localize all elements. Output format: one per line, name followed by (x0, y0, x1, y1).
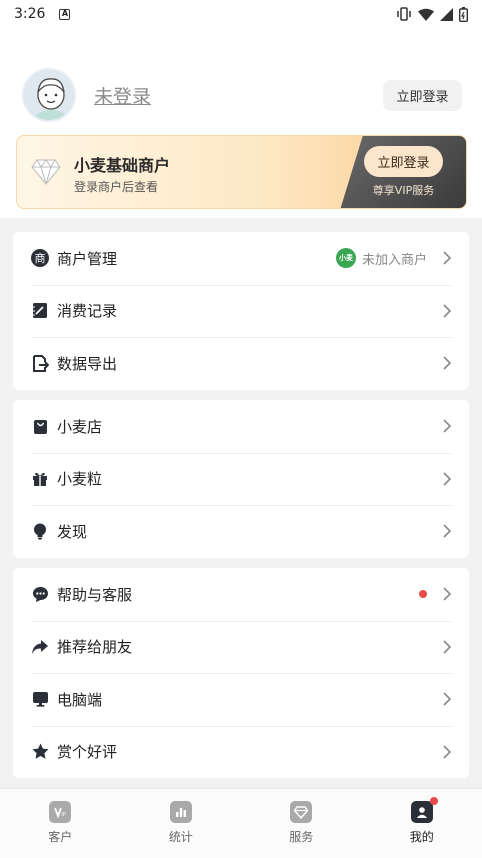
menu-item-desktop[interactable]: 电脑端 (13, 673, 469, 726)
vip-icon: IP (49, 801, 72, 823)
chevron-right-icon (443, 745, 451, 759)
chart-icon (169, 801, 192, 823)
vip-title: 小麦基础商户 (74, 156, 171, 175)
svg-text:IP: IP (62, 812, 67, 818)
menu-label: 数据导出 (57, 354, 118, 373)
receipt-icon (31, 302, 49, 320)
share-icon (31, 638, 49, 656)
menu-item-xiaomai-points[interactable]: 小麦粒 (13, 452, 469, 506)
bulb-icon (31, 522, 49, 540)
avatar-illustration-icon (24, 70, 74, 120)
not-logged-in-link[interactable]: 未登录 (94, 82, 151, 109)
bottom-tab-bar: IP 客户 统计 服务 我的 (0, 788, 482, 858)
tab-statistics[interactable]: 统计 (121, 789, 242, 858)
chevron-right-icon (443, 692, 451, 706)
chevron-right-icon (443, 304, 451, 318)
merchant-status: 小麦 未加入商户 (335, 248, 427, 269)
wifi-icon (418, 8, 434, 21)
vibrate-icon (397, 7, 411, 21)
menu-item-help-support[interactable]: 帮助与客服 (13, 568, 469, 621)
tab-label: 客户 (48, 830, 73, 844)
menu-label: 发现 (57, 522, 88, 541)
menu-label: 小麦粒 (57, 470, 103, 489)
vip-subtitle: 登录商户后查看 (74, 180, 159, 194)
diamond-icon (31, 159, 61, 186)
menu-item-data-export[interactable]: 数据导出 (13, 337, 469, 390)
chevron-right-icon (443, 472, 451, 486)
user-icon (410, 801, 433, 823)
chevron-right-icon (443, 419, 451, 433)
tab-label: 我的 (409, 830, 434, 844)
menu-item-xiaomai-shop[interactable]: 小麦店 (13, 400, 469, 453)
menu-group-shop: 小麦店 小麦粒 发现 (13, 400, 469, 558)
menu-item-merchant-management[interactable]: 商 商户管理 小麦 未加入商户 (13, 232, 469, 285)
notification-dot (429, 797, 438, 805)
battery-icon (459, 6, 468, 22)
tab-label: 服务 (289, 830, 314, 844)
menu-item-consumption-records[interactable]: 消费记录 (13, 284, 469, 338)
monitor-icon (31, 690, 49, 708)
chevron-right-icon (443, 640, 451, 654)
export-icon (31, 354, 49, 372)
vip-login-button[interactable]: 立即登录 (364, 146, 443, 177)
menu-item-recommend-friends[interactable]: 推荐给朋友 (13, 620, 469, 674)
chevron-right-icon (443, 356, 451, 370)
status-time: 3:26 (14, 6, 46, 22)
menu-group-support: 帮助与客服 推荐给朋友 电脑端 赏个好评 (13, 568, 469, 778)
star-icon (31, 743, 49, 761)
menu-label: 商户管理 (57, 249, 118, 268)
svg-text:商: 商 (35, 251, 46, 265)
vip-note: 尊享VIP服务 (372, 184, 435, 197)
merchant-icon: 商 (31, 249, 49, 268)
help-notification (419, 590, 427, 599)
menu-label: 赏个好评 (57, 743, 118, 762)
profile-header: 未登录 立即登录 小麦基础商户 登录商户后查看 立即登录 尊享VIP服务 (0, 28, 482, 218)
tab-mine[interactable]: 我的 (362, 789, 482, 858)
menu-label: 帮助与客服 (57, 585, 133, 604)
shop-bag-icon (31, 417, 49, 435)
signal-icon (440, 7, 453, 21)
chat-icon (31, 585, 49, 603)
merchant-status-text: 未加入商户 (361, 252, 427, 268)
chevron-right-icon (443, 524, 451, 538)
menu-label: 小麦店 (57, 417, 103, 436)
menu-item-rate-app[interactable]: 赏个好评 (13, 725, 469, 779)
menu-label: 推荐给朋友 (57, 638, 133, 657)
menu-item-discover[interactable]: 发现 (13, 505, 469, 558)
login-button[interactable]: 立即登录 (383, 80, 462, 111)
status-icons (396, 6, 468, 22)
status-bar: 3:26 A (0, 0, 482, 28)
menu-label: 电脑端 (57, 690, 103, 709)
menu-group-merchant: 商 商户管理 小麦 未加入商户 消费记录 数据导出 (13, 232, 469, 390)
diamond-icon (290, 801, 313, 823)
gift-icon (31, 470, 49, 488)
menu-label: 消费记录 (57, 302, 118, 321)
tab-label: 统计 (168, 830, 193, 844)
tab-customers[interactable]: IP 客户 (0, 789, 121, 858)
chevron-right-icon (443, 251, 451, 265)
notification-a-icon: A (59, 8, 71, 20)
vip-banner[interactable]: 小麦基础商户 登录商户后查看 立即登录 尊享VIP服务 (16, 135, 467, 209)
chevron-right-icon (443, 587, 451, 601)
notification-dot (419, 590, 427, 599)
tab-services[interactable]: 服务 (241, 789, 362, 858)
avatar[interactable] (22, 68, 76, 122)
vip-action-panel: 立即登录 尊享VIP服务 (340, 136, 466, 208)
merchant-logo-badge: 小麦 (335, 248, 356, 269)
